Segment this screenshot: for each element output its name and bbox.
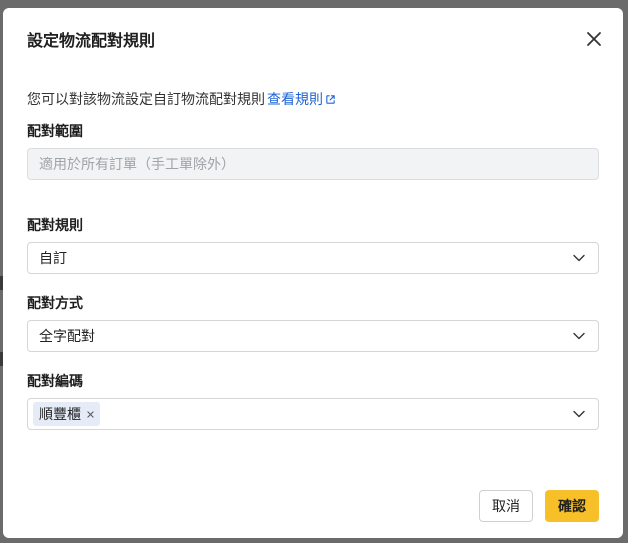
dialog-description: 您可以對該物流設定自訂物流配對規則 查看規則 [27,89,336,109]
close-button[interactable] [583,28,605,50]
rule-label: 配對規則 [27,218,83,234]
dialog-header: 設定物流配對規則 [27,26,601,52]
description-text: 您可以對該物流設定自訂物流配對規則 [27,92,265,108]
confirm-button[interactable]: 確認 [545,490,599,522]
scope-label: 配對範圍 [27,124,83,140]
scope-placeholder: 適用於所有訂單（手工單除外） [39,157,235,173]
external-link-icon [326,94,335,104]
cancel-button[interactable]: 取消 [479,490,533,522]
rule-select-value: 自訂 [39,251,67,267]
tag-remove-button[interactable] [87,410,94,418]
x-icon [87,410,94,418]
dialog-title: 設定物流配對規則 [27,31,156,50]
rule-select[interactable]: 自訂 [27,242,599,274]
view-rules-link[interactable]: 查看規則 [267,89,336,109]
chevron-down-icon [573,410,585,418]
chevron-down-icon [573,254,585,262]
scope-input: 適用於所有訂單（手工單除外） [27,148,599,180]
method-select[interactable]: 全字配對 [27,320,599,352]
method-select-value: 全字配對 [39,329,95,345]
code-tag-label: 順豐櫃 [39,407,81,423]
codes-multiselect[interactable]: 順豐櫃 [27,398,599,430]
code-tag: 順豐櫃 [33,402,100,426]
logistics-rule-dialog: 設定物流配對規則 您可以對該物流設定自訂物流配對規則 查看規則 配對範圍 適用於… [3,8,623,538]
codes-label: 配對編碼 [27,374,83,390]
chevron-down-icon [573,332,585,340]
method-label: 配對方式 [27,296,83,312]
close-icon [587,32,601,46]
view-rules-link-label: 查看規則 [267,92,323,108]
